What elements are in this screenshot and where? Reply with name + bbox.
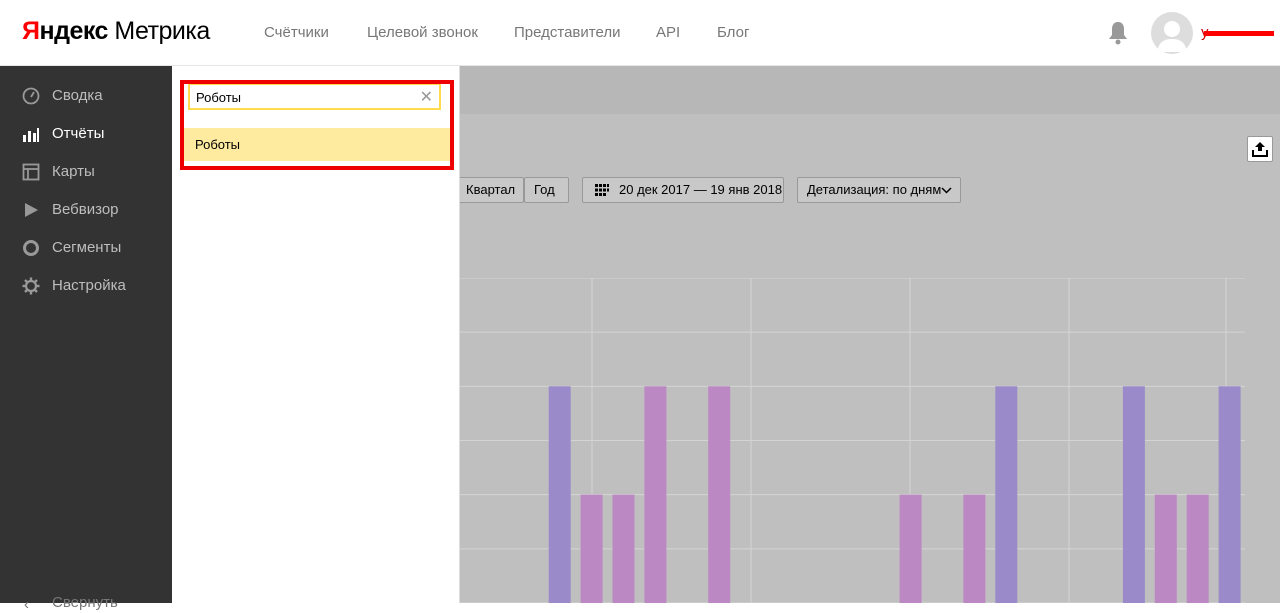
sidebar-item-settings[interactable]: Настройка: [0, 268, 172, 304]
report-search-box: ✕: [188, 83, 441, 110]
report-search-popup: ✕ Роботы: [172, 66, 460, 603]
sidebar-item-reports[interactable]: Отчёты: [0, 116, 172, 152]
search-result-label: Роботы: [195, 137, 241, 152]
upload-icon: [1252, 142, 1268, 157]
calendar-icon: [595, 184, 609, 196]
chart-bar[interactable]: [963, 494, 986, 603]
chevron-down-icon: [941, 187, 952, 194]
chart-bar[interactable]: [644, 386, 667, 603]
chart-bar[interactable]: [899, 494, 922, 603]
nav-counters[interactable]: Счётчики: [264, 24, 329, 41]
logo-brand: ндекс: [39, 17, 108, 45]
map-icon: [22, 163, 40, 181]
sidebar-item-label: Карты: [52, 163, 95, 180]
export-button[interactable]: [1247, 136, 1273, 162]
sidebar-item-label: Сегменты: [52, 239, 122, 256]
nav-api[interactable]: API: [656, 24, 680, 41]
chevron-left-icon[interactable]: ‹: [24, 596, 29, 613]
date-range-text: 20 дек 2017 — 19 янв 2018: [619, 182, 783, 197]
yandex-metrika-logo[interactable]: Яндекс Метрика: [22, 17, 210, 46]
chart-bar[interactable]: [708, 386, 731, 603]
chart-bar[interactable]: [1154, 494, 1177, 603]
sidebar-item-label: Настройка: [52, 277, 126, 294]
chart-bar[interactable]: [1122, 386, 1145, 603]
period-quarter-button[interactable]: Квартал: [456, 177, 524, 203]
sidebar-item-maps[interactable]: Карты: [0, 154, 172, 190]
sidebar-item-label: Отчёты: [52, 125, 105, 142]
search-result-item[interactable]: Роботы: [182, 128, 450, 161]
report-search-input[interactable]: [196, 88, 416, 106]
sidebar: Сводка Отчёты Карты Вебвизор Сегменты На…: [0, 66, 172, 613]
report-header-band: [460, 66, 1280, 114]
user-silhouette-icon: [1157, 21, 1187, 52]
avatar[interactable]: [1151, 12, 1193, 54]
sidebar-item-summary[interactable]: Сводка: [0, 78, 172, 114]
nav-blog[interactable]: Блог: [717, 24, 749, 41]
gear-icon: [22, 277, 40, 295]
nav-target-call[interactable]: Целевой звонок: [367, 24, 478, 41]
period-year-button[interactable]: Год: [524, 177, 569, 203]
bar-chart-icon: [23, 128, 39, 142]
chart-bar[interactable]: [548, 386, 571, 603]
chart-bar[interactable]: [1186, 494, 1209, 603]
logo-product: Метрика: [107, 17, 210, 45]
report-bar-chart: [460, 278, 1245, 603]
detail-dropdown-text: Детализация: по дням: [807, 182, 942, 197]
top-bar: Яндекс Метрика Счётчики Целевой звонок П…: [0, 0, 1280, 66]
report-content: Квартал Год 20 дек 2017 — 19 янв 2018 Де…: [456, 66, 1280, 603]
chart-bar[interactable]: [580, 494, 603, 603]
date-range-button[interactable]: 20 дек 2017 — 19 янв 2018: [582, 177, 784, 203]
chart-bar[interactable]: [1218, 386, 1241, 603]
play-icon: [25, 203, 38, 217]
detail-dropdown[interactable]: Детализация: по дням: [797, 177, 961, 203]
chart-bar[interactable]: [612, 494, 635, 603]
chart-bar[interactable]: [995, 386, 1018, 603]
pie-icon: [23, 240, 39, 256]
gauge-icon: [22, 87, 40, 105]
nav-representatives[interactable]: Представители: [514, 24, 620, 41]
logo-letter: Я: [22, 17, 40, 45]
sidebar-item-label: Сводка: [52, 87, 103, 104]
sidebar-item-label: Вебвизор: [52, 201, 119, 218]
sidebar-item-segments[interactable]: Сегменты: [0, 230, 172, 266]
username-redaction: [1204, 31, 1274, 36]
sidebar-item-webvisor[interactable]: Вебвизор: [0, 192, 172, 228]
clear-icon[interactable]: ✕: [420, 87, 433, 107]
bell-icon[interactable]: [1108, 21, 1128, 45]
